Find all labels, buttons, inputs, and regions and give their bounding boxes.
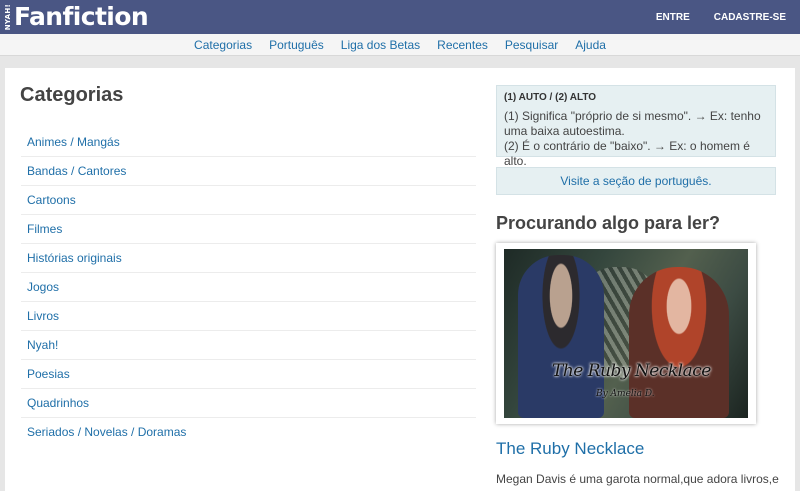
language-tip-box: (1) AUTO / (2) ALTO (1) Significa "própr… <box>496 85 776 168</box>
account-links: ENTRE CADASTRE-SE <box>656 0 786 34</box>
tip-line-2: (2) É o contrário de "baixo". → Ex: o ho… <box>504 139 750 168</box>
signup-link[interactable]: CADASTRE-SE <box>714 12 786 23</box>
category-item[interactable]: Histórias originais <box>21 244 476 273</box>
category-item[interactable]: Poesias <box>21 360 476 389</box>
nav-item-ajuda[interactable]: Ajuda <box>575 38 606 52</box>
main-nav: Categorias Português Liga dos Betas Rece… <box>0 34 800 56</box>
category-item[interactable]: Quadrinhos <box>21 389 476 418</box>
story-title-link[interactable]: The Ruby Necklace <box>496 439 644 459</box>
top-bar: NYAH! Fanfiction ENTRE CADASTRE-SE <box>0 0 800 34</box>
category-item[interactable]: Cartoons <box>21 186 476 215</box>
category-item[interactable]: Livros <box>21 302 476 331</box>
category-item[interactable]: Jogos <box>21 273 476 302</box>
story-cover-image[interactable]: The Ruby Necklace By Amelia D. <box>496 243 756 424</box>
category-list: Animes / Mangás Bandas / Cantores Cartoo… <box>21 128 476 447</box>
logo-main-text: Fanfiction <box>14 2 149 31</box>
nav-item-liga-dos-betas[interactable]: Liga dos Betas <box>341 38 420 52</box>
tip-title: (1) AUTO / (2) ALTO <box>504 92 597 103</box>
category-item[interactable]: Animes / Mangás <box>21 128 476 157</box>
category-item[interactable]: Seriados / Novelas / Doramas <box>21 418 476 447</box>
tip-line-1: (1) Significa "próprio de si mesmo". → E… <box>504 109 761 138</box>
recommendation-heading: Procurando algo para ler? <box>496 213 721 233</box>
cover-author-text: By Amelia D. <box>596 389 655 399</box>
cover-figure-boy <box>518 255 604 418</box>
site-logo[interactable]: NYAH! Fanfiction <box>4 2 149 32</box>
page-title: Categorias <box>20 84 124 106</box>
cover-art: The Ruby Necklace By Amelia D. <box>504 249 748 418</box>
cover-title-text: The Ruby Necklace <box>552 361 711 381</box>
content-panel: Categorias Animes / Mangás Bandas / Cant… <box>5 68 795 491</box>
category-item[interactable]: Bandas / Cantores <box>21 157 476 186</box>
nav-item-recentes[interactable]: Recentes <box>437 38 488 52</box>
nav-item-pesquisar[interactable]: Pesquisar <box>505 38 558 52</box>
category-item[interactable]: Nyah! <box>21 331 476 360</box>
logo-small-text: NYAH! <box>4 3 12 31</box>
category-item[interactable]: Filmes <box>21 215 476 244</box>
portuguese-section-link[interactable]: Visite a seção de português. <box>496 167 776 195</box>
nav-item-portugues[interactable]: Português <box>269 38 324 52</box>
story-description: Megan Davis é uma garota normal,que ador… <box>496 472 779 491</box>
login-link[interactable]: ENTRE <box>656 12 690 23</box>
nav-item-categorias[interactable]: Categorias <box>194 38 252 52</box>
